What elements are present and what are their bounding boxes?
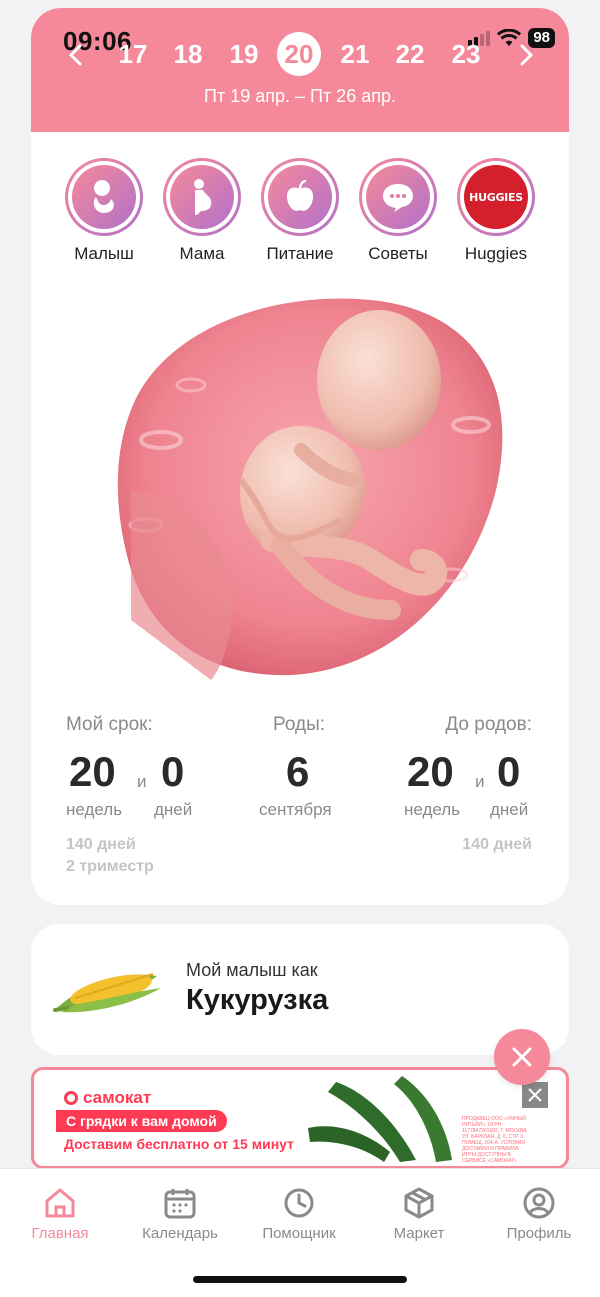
chevron-left-icon[interactable] [61, 40, 91, 70]
ad-brand: самокат [64, 1088, 151, 1108]
ad-fine-print: ПРОДАВЕЦ ООО «УМНЫЙ РИТЕЙЛ», ОГРН 117784… [462, 1116, 528, 1164]
tab-label: Главная [31, 1225, 89, 1242]
tab-market[interactable]: Маркет [364, 1187, 474, 1242]
trimester: 2 триместр [66, 858, 154, 875]
calendar-icon [164, 1189, 196, 1219]
box-icon [404, 1187, 434, 1219]
day-21[interactable]: 21 [333, 32, 377, 76]
baby-size-fruit: Кукурузка [186, 984, 329, 1016]
tab-assistant[interactable]: Помощник [244, 1187, 354, 1242]
term-weeks-unit: недель [66, 800, 123, 819]
remaining-weeks: 20 [407, 748, 454, 795]
week-header: 09:06 98 17 18 19 20 21 22 23 Пт 19 апр.… [31, 8, 569, 132]
remaining-and: и [475, 772, 485, 791]
tab-label: Профиль [506, 1225, 572, 1242]
category-nutrition[interactable]: Питание [250, 158, 350, 264]
baby-size-prefix: Мой малыш как [186, 960, 318, 980]
fetus-illustration [117, 298, 503, 680]
apple-icon [286, 179, 314, 211]
home-icon [45, 1188, 75, 1218]
category-row: Малыш Мама Питание Советы HUGGIES Huggie… [31, 158, 569, 268]
birth-day: 6 [286, 748, 310, 795]
samokat-logo-icon [64, 1091, 78, 1105]
close-ad-fab[interactable] [494, 1029, 550, 1085]
week-range: Пт 19 апр. – Пт 26 апр. [204, 86, 396, 106]
tab-calendar[interactable]: Календарь [125, 1187, 235, 1242]
cucumber-image [308, 1076, 452, 1162]
baby-size-card[interactable]: Мой малыш как Кукурузка [31, 924, 569, 1055]
birth-label: Роды: [273, 714, 326, 735]
ad-close-button[interactable] [522, 1082, 548, 1108]
day-18[interactable]: 18 [166, 32, 210, 76]
term-weeks: 20 [69, 748, 116, 795]
remaining-label: До родов: [445, 714, 532, 735]
tab-label: Помощник [262, 1225, 336, 1242]
tab-home[interactable]: Главная [5, 1187, 115, 1242]
day-selector: 17 18 19 20 21 22 23 [31, 32, 569, 76]
baby-icon [93, 180, 114, 213]
tab-label: Календарь [142, 1225, 218, 1242]
category-huggies[interactable]: HUGGIES Huggies [446, 158, 546, 264]
home-indicator [193, 1276, 407, 1283]
day-19[interactable]: 19 [222, 32, 266, 76]
huggies-logo: HUGGIES [469, 190, 523, 204]
category-baby[interactable]: Малыш [54, 158, 154, 264]
main-card: 09:06 98 17 18 19 20 21 22 23 Пт 19 апр.… [31, 8, 569, 905]
chat-bubble-icon [383, 184, 413, 212]
term-days: 0 [161, 748, 185, 795]
day-23[interactable]: 23 [444, 32, 488, 76]
ad-slogan: С грядки к вам домой [56, 1110, 227, 1132]
ad-subline: Доставим бесплатно от 15 минут [64, 1136, 294, 1152]
category-label: Питание [266, 244, 334, 263]
term-total-days: 140 дней [66, 836, 136, 853]
day-17[interactable]: 17 [111, 32, 155, 76]
birth-month: сентября [259, 800, 332, 819]
corn-icon [53, 973, 161, 1013]
chevron-right-icon[interactable] [511, 40, 541, 70]
ad-banner[interactable]: самокат С грядки к вам домой Доставим бе… [31, 1067, 569, 1169]
term-label: Мой срок: [66, 714, 153, 735]
category-mom[interactable]: Мама [152, 158, 252, 264]
category-label: Huggies [464, 244, 528, 263]
tab-profile[interactable]: Профиль [484, 1187, 594, 1242]
tab-label: Маркет [393, 1225, 445, 1242]
remaining-weeks-unit: недель [404, 800, 461, 819]
remaining-total-days: 140 дней [462, 836, 532, 853]
close-icon [512, 1047, 532, 1067]
category-label: Советы [368, 244, 428, 263]
remaining-days-unit: дней [490, 800, 529, 819]
term-and: и [137, 772, 147, 791]
profile-icon [523, 1187, 555, 1219]
term-days-unit: дней [154, 800, 193, 819]
category-label: Мама [179, 244, 225, 263]
close-icon [528, 1088, 542, 1102]
category-tips[interactable]: Советы [348, 158, 448, 264]
category-label: Малыш [74, 244, 134, 263]
day-20-selected[interactable]: 20 [277, 32, 321, 76]
remaining-days: 0 [497, 748, 521, 795]
day-22[interactable]: 22 [388, 32, 432, 76]
clock-icon [284, 1188, 314, 1218]
pregnant-woman-icon [194, 179, 212, 215]
